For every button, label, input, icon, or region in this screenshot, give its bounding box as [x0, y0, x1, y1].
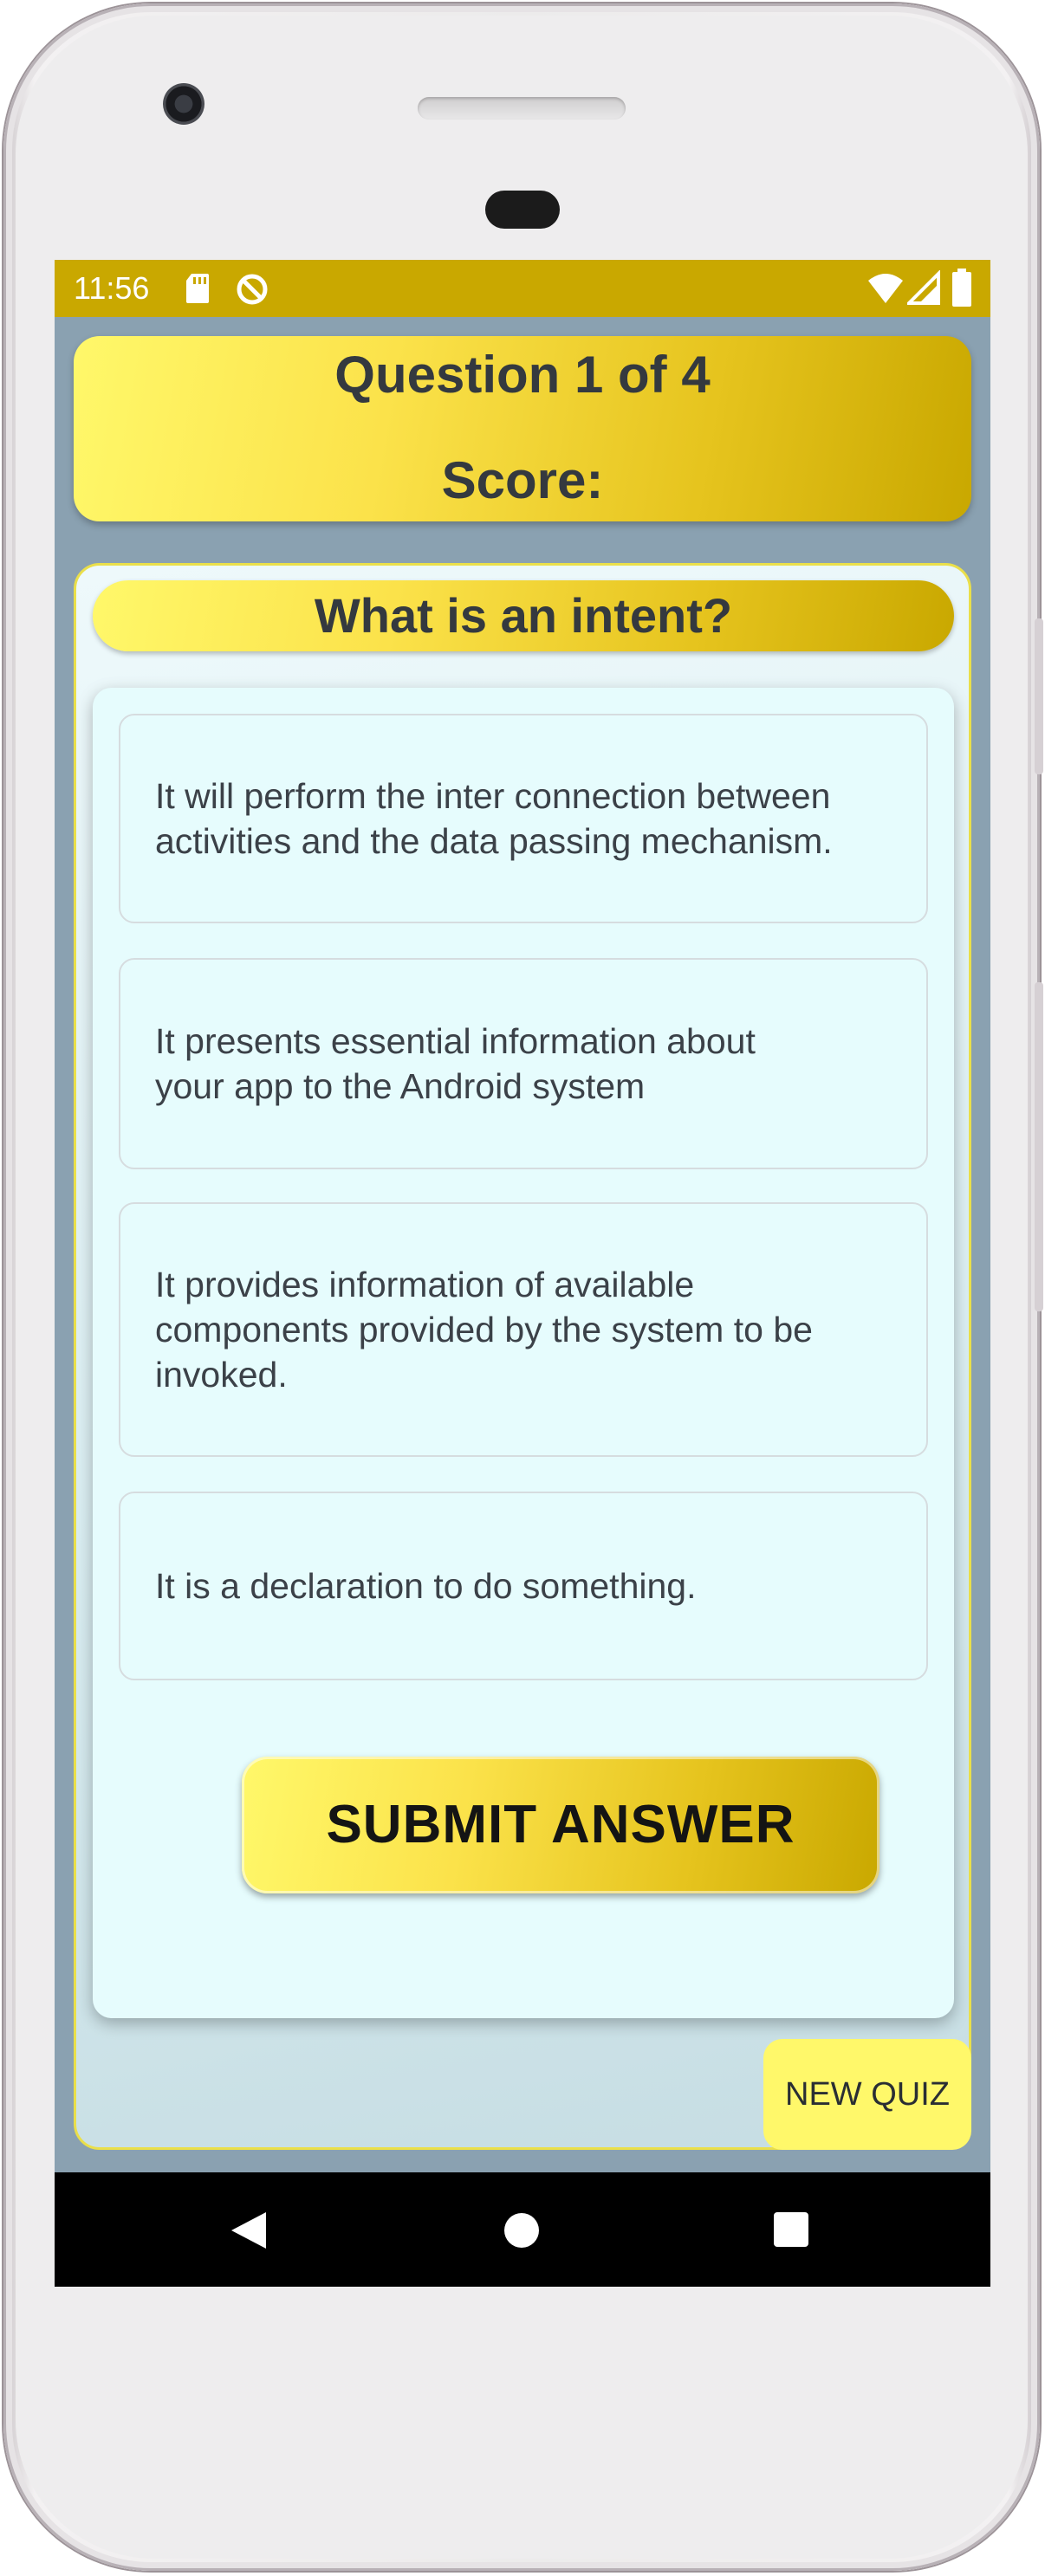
- question-progress: Question 1 of 4: [334, 346, 711, 404]
- score-header: Question 1 of 4 Score:: [74, 336, 971, 521]
- answer-option-1[interactable]: It will perform the inter connection bet…: [119, 714, 928, 923]
- answer-option-line: components provided by the system to be: [155, 1310, 813, 1349]
- front-camera: [163, 83, 204, 125]
- answer-option-3[interactable]: It provides information of available com…: [119, 1202, 928, 1457]
- battery-icon: [952, 269, 971, 311]
- submit-answer-button[interactable]: SUBMIT ANSWER: [242, 1757, 879, 1893]
- answer-option-line: activities and the data passing mechanis…: [155, 821, 833, 861]
- proximity-sensor: [485, 191, 560, 229]
- answers-card: It will perform the inter connection bet…: [93, 688, 954, 2018]
- answer-option-line: It will perform the inter connection bet…: [155, 776, 831, 816]
- screen: 11:56 Question 1 of 4 Score: What is an …: [55, 260, 990, 2287]
- answer-option-line: your app to the Android system: [155, 1066, 646, 1106]
- volume-button: [1035, 982, 1043, 1311]
- answer-option-text: It will perform the inter connection bet…: [155, 773, 833, 864]
- power-button: [1035, 618, 1043, 774]
- sd-card-icon: [185, 272, 211, 309]
- earpiece-speaker: [418, 97, 626, 120]
- phone-frame: 11:56 Question 1 of 4 Score: What is an …: [3, 3, 1043, 2571]
- answer-option-line: It is a declaration to do something.: [155, 1566, 697, 1606]
- wifi-icon: [867, 270, 904, 309]
- recents-icon[interactable]: [774, 2212, 808, 2251]
- score-label: Score:: [441, 451, 604, 509]
- answer-option-line: It provides information of available: [155, 1265, 695, 1304]
- answer-option-line: It presents essential information about: [155, 1021, 756, 1061]
- answer-option-text: It presents essential information about …: [155, 1019, 756, 1109]
- answer-option-line: invoked.: [155, 1355, 288, 1395]
- answer-option-2[interactable]: It presents essential information about …: [119, 958, 928, 1169]
- sync-disabled-icon: [235, 272, 269, 311]
- answer-option-text: It is a declaration to do something.: [155, 1563, 696, 1608]
- new-quiz-button[interactable]: NEW QUIZ: [763, 2039, 971, 2150]
- home-icon[interactable]: [503, 2212, 540, 2253]
- question-title: What is an intent?: [93, 580, 954, 651]
- answer-option-4[interactable]: It is a declaration to do something.: [119, 1492, 928, 1680]
- navigation-bar: [55, 2172, 990, 2287]
- status-time: 11:56: [74, 270, 150, 306]
- status-bar: 11:56: [55, 260, 990, 317]
- cell-signal-icon: [905, 269, 940, 309]
- answer-option-text: It provides information of available com…: [155, 1262, 813, 1397]
- back-icon[interactable]: [230, 2210, 268, 2255]
